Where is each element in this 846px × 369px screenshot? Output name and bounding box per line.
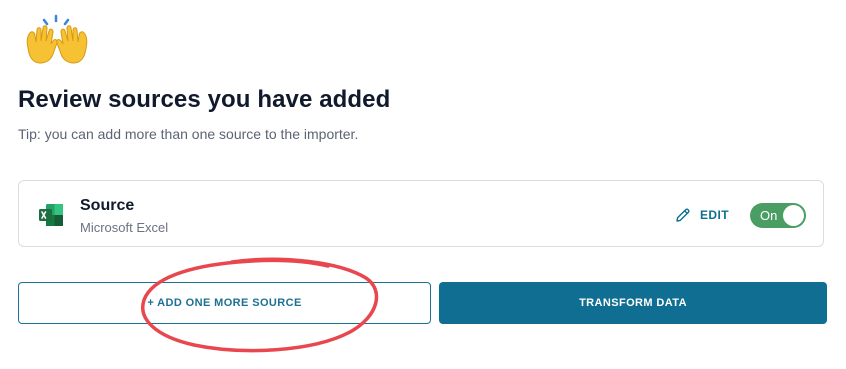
review-sources-page: Review sources you have added Tip: you c… — [0, 0, 846, 369]
edit-label: EDIT — [700, 208, 729, 222]
source-type: Microsoft Excel — [80, 220, 169, 235]
edit-button[interactable]: EDIT — [675, 205, 729, 225]
transform-data-label: TRANSFORM DATA — [579, 297, 687, 309]
source-name: Source — [80, 197, 135, 214]
tip-text: Tip: you can add more than one source to… — [18, 126, 359, 142]
add-source-button[interactable]: + ADD ONE MORE SOURCE — [18, 282, 431, 324]
toggle-knob — [783, 205, 804, 226]
transform-data-button[interactable]: TRANSFORM DATA — [439, 282, 827, 324]
add-source-label: + ADD ONE MORE SOURCE — [147, 297, 302, 309]
pencil-icon — [676, 208, 690, 222]
toggle-label: On — [760, 208, 778, 223]
source-card: Source Microsoft Excel EDIT On — [18, 180, 824, 247]
source-toggle[interactable]: On — [750, 203, 806, 228]
excel-icon — [39, 204, 63, 226]
raising-hands-emoji-icon — [26, 14, 88, 64]
page-title: Review sources you have added — [18, 86, 391, 113]
